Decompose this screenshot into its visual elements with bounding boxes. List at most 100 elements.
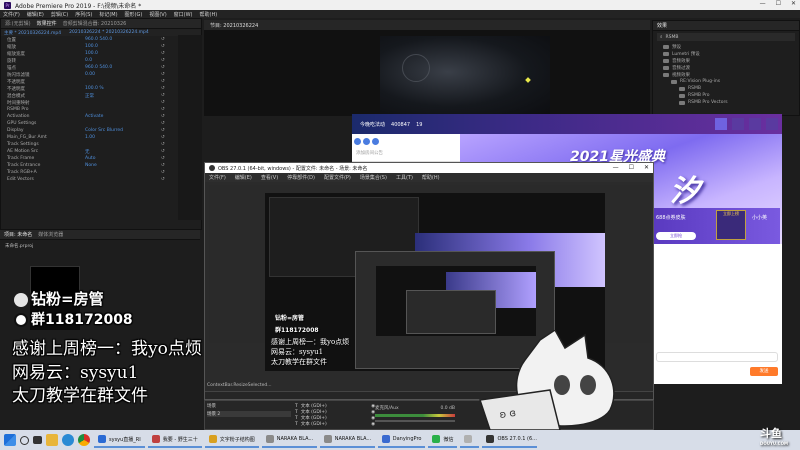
tree-item[interactable]: Lumetri 预设 bbox=[653, 50, 799, 57]
taskbar-app[interactable]: 我要 - 野生三十 bbox=[147, 432, 202, 448]
reset-icon[interactable]: ↺ bbox=[161, 44, 165, 49]
reset-icon[interactable]: ↺ bbox=[161, 86, 165, 91]
obs-maximize-icon[interactable]: ☐ bbox=[629, 164, 634, 171]
menu-view[interactable]: 视图(V) bbox=[149, 11, 166, 18]
taskbar-app[interactable]: 微信 bbox=[428, 432, 458, 448]
edge-icon[interactable] bbox=[62, 434, 74, 446]
tree-item[interactable]: RSMB Pro bbox=[653, 92, 799, 99]
room-name[interactable]: 今晚吃法动 bbox=[360, 121, 385, 128]
effect-value[interactable]: 100.0 bbox=[85, 51, 98, 56]
program-tab[interactable]: 节目: 20210326224 bbox=[204, 20, 650, 30]
effect-value[interactable]: 无 bbox=[85, 149, 90, 155]
user-icon[interactable] bbox=[766, 118, 778, 130]
taskbar-app[interactable]: 文字粉子结构图 bbox=[204, 432, 259, 448]
chat-input[interactable] bbox=[656, 352, 778, 362]
tab-media-browser[interactable]: 媒体浏览器 bbox=[38, 231, 63, 238]
taskbar-app[interactable]: NARAKA BLA... bbox=[261, 432, 317, 448]
effect-value[interactable]: 960.0 540.0 bbox=[85, 65, 112, 70]
effect-row[interactable]: Edit Vectors ↺ bbox=[1, 176, 201, 183]
menu-edit[interactable]: 编辑(E) bbox=[27, 11, 44, 18]
effect-timeline[interactable] bbox=[178, 35, 202, 220]
tree-item[interactable]: 预设 bbox=[653, 43, 799, 50]
effect-row[interactable]: 旋转 0.0 ↺ bbox=[1, 57, 201, 64]
reset-icon[interactable]: ↺ bbox=[161, 156, 165, 161]
tree-item[interactable]: 音频效果 bbox=[653, 57, 799, 64]
folder-icon[interactable] bbox=[46, 434, 58, 446]
menu-graphics[interactable]: 图形(G) bbox=[125, 11, 143, 18]
effect-row[interactable]: Track RGB+A ↺ bbox=[1, 169, 201, 176]
reset-icon[interactable]: ↺ bbox=[161, 58, 165, 63]
effect-value[interactable]: 0.0 bbox=[85, 58, 92, 63]
obs-menu-help[interactable]: 帮助(H) bbox=[422, 174, 440, 181]
reset-icon[interactable]: ↺ bbox=[161, 149, 165, 154]
effect-row[interactable]: AE Motion Src 无 ↺ bbox=[1, 148, 201, 155]
action-icon-1[interactable] bbox=[354, 138, 361, 145]
menu-marker[interactable]: 标记(M) bbox=[99, 11, 117, 18]
effect-row[interactable]: Activation Activate ↺ bbox=[1, 113, 201, 120]
reset-icon[interactable]: ↺ bbox=[161, 65, 165, 70]
menu-file[interactable]: 文件(F) bbox=[3, 11, 20, 18]
reset-icon[interactable]: ↺ bbox=[161, 72, 165, 77]
obs-menu-view[interactable]: 查看(V) bbox=[261, 174, 278, 181]
reset-icon[interactable]: ↺ bbox=[161, 142, 165, 147]
minimize-icon[interactable]: — bbox=[760, 0, 766, 7]
effect-row[interactable]: RSMB Pro ↺ bbox=[1, 106, 201, 113]
clip-master[interactable]: 主要 * 20210326224.mp4 bbox=[4, 30, 61, 36]
taskbar-app[interactable]: NARAKA BLA... bbox=[319, 432, 375, 448]
tree-item[interactable]: RE:Vision Plug-ins bbox=[653, 78, 799, 85]
reset-icon[interactable]: ↺ bbox=[161, 107, 165, 112]
taskbar-app[interactable]: DanyingPro bbox=[377, 432, 426, 448]
taskview-icon[interactable] bbox=[33, 436, 42, 444]
obs-menu-edit[interactable]: 编辑(E) bbox=[235, 174, 252, 181]
reset-icon[interactable]: ↺ bbox=[161, 79, 165, 84]
effect-value[interactable]: Auto bbox=[85, 156, 95, 161]
effect-row[interactable]: 缩放宽度 100.0 ↺ bbox=[1, 50, 201, 57]
effect-row[interactable]: 混合模式 正常 ↺ bbox=[1, 92, 201, 99]
notice-placeholder[interactable]: 添加房间公告 bbox=[356, 150, 383, 156]
reset-icon[interactable]: ↺ bbox=[161, 51, 165, 56]
source-item[interactable]: T 文本 (GDI+) ◉ bbox=[295, 421, 375, 428]
obs-menu-docks[interactable]: 停靠部件(D) bbox=[287, 174, 315, 181]
effect-value[interactable]: 1.00 bbox=[85, 135, 95, 140]
tab-project[interactable]: 项目: 未命名 bbox=[4, 231, 32, 238]
menu-help[interactable]: 帮助(H) bbox=[200, 11, 218, 18]
windows-start-icon[interactable] bbox=[4, 434, 16, 446]
tree-item[interactable]: RSMB Pro Vectors bbox=[653, 99, 799, 106]
effect-value[interactable]: 100.0 % bbox=[85, 86, 104, 91]
grab-button[interactable]: 立即抢 bbox=[656, 232, 696, 240]
tab-source[interactable]: 源:(无剪辑) bbox=[5, 20, 31, 27]
effect-row[interactable]: Track Frame Auto ↺ bbox=[1, 155, 201, 162]
video-icon[interactable] bbox=[749, 118, 761, 130]
reset-icon[interactable]: ↺ bbox=[161, 163, 165, 168]
menu-sequence[interactable]: 序列(S) bbox=[75, 11, 92, 18]
obs-menu-profile[interactable]: 配置文件(P) bbox=[324, 174, 351, 181]
effect-value[interactable]: 正常 bbox=[85, 93, 94, 99]
tree-item[interactable]: 音频过渡 bbox=[653, 64, 799, 71]
reset-icon[interactable]: ↺ bbox=[161, 100, 165, 105]
taskbar-app[interactable]: sysyu直播_RI bbox=[94, 432, 145, 448]
menu-clip[interactable]: 剪辑(C) bbox=[51, 11, 68, 18]
obs-preview[interactable]: 钻粉=房管 群118172008 感谢上周榜一：我yo点烦 网易云：sysyu1… bbox=[209, 185, 651, 371]
action-icon-2[interactable] bbox=[363, 138, 370, 145]
tab-effect-controls[interactable]: 效果控件 bbox=[37, 20, 57, 27]
search-icon[interactable] bbox=[20, 435, 29, 445]
project-item[interactable]: 未命名.prproj bbox=[0, 240, 200, 252]
effect-row[interactable]: 不透明度 ↺ bbox=[1, 78, 201, 85]
chrome-icon[interactable] bbox=[78, 434, 90, 446]
effect-row[interactable]: 位置 960.0 540.0 ↺ bbox=[1, 36, 201, 43]
taskbar-app[interactable] bbox=[460, 432, 480, 448]
mixer-slider[interactable] bbox=[375, 420, 455, 422]
effect-row[interactable]: 缩放 100.0 ↺ bbox=[1, 43, 201, 50]
tree-item[interactable]: 视频效果 bbox=[653, 71, 799, 78]
effect-row[interactable]: Track Settings ↺ bbox=[1, 141, 201, 148]
clip-instance[interactable]: 20210326224 * 20210326224.mp4 bbox=[69, 30, 149, 35]
effect-row[interactable]: GPU Settings ↺ bbox=[1, 120, 201, 127]
reset-icon[interactable]: ↺ bbox=[161, 128, 165, 133]
reset-icon[interactable]: ↺ bbox=[161, 121, 165, 126]
effect-value[interactable]: Activate bbox=[85, 114, 103, 119]
obs-minimize-icon[interactable]: — bbox=[613, 164, 619, 171]
tab-audio-mixer[interactable]: 音频剪辑混合器: 20210326 bbox=[63, 20, 127, 27]
reset-icon[interactable]: ↺ bbox=[161, 93, 165, 98]
obs-close-icon[interactable]: ✕ bbox=[644, 164, 649, 171]
reset-icon[interactable]: ↺ bbox=[161, 114, 165, 119]
